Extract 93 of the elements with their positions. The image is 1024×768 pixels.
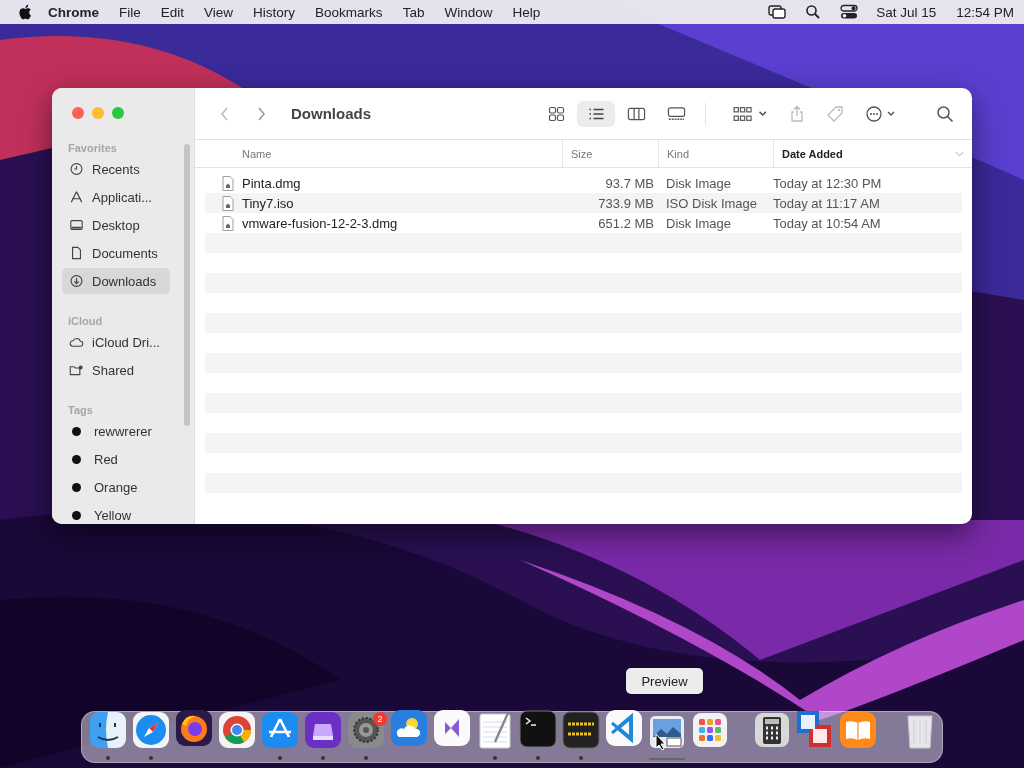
search-icon[interactable]: [936, 104, 954, 123]
menu-item[interactable]: View: [204, 4, 234, 20]
file-name: Tiny7.iso: [242, 195, 294, 211]
file-row[interactable]: Tiny7.iso 733.9 MB ISO Disk Image Today at 11:17 AM: [205, 193, 962, 213]
tag-dot: [72, 454, 81, 464]
file-size: 93.7 MB: [604, 175, 654, 191]
close-button[interactable]: [72, 107, 84, 119]
sidebar-item[interactable]: Recents: [62, 156, 170, 182]
disk-image-file-icon: [222, 215, 234, 231]
file-name: vmware-fusion-12-2-3.dmg: [242, 215, 398, 231]
grid-icon: [546, 105, 566, 122]
sidebar-heading: Favorites: [68, 142, 118, 154]
download-icon: [69, 274, 84, 288]
calculator-app-icon[interactable]: [752, 710, 792, 750]
finder-app-icon[interactable]: [88, 710, 128, 750]
podcasts-app-icon[interactable]: [303, 710, 343, 750]
menu-item[interactable]: History: [253, 4, 296, 20]
menu-bar-date[interactable]: Sat Jul 15: [876, 4, 937, 20]
menu-item[interactable]: Window: [444, 4, 493, 20]
group-button[interactable]: [732, 104, 768, 123]
sidebar-item[interactable]: iCloud Dri...: [62, 329, 170, 355]
file-date: Today at 12:30 PM: [772, 175, 883, 191]
list-view-button[interactable]: [577, 100, 615, 127]
file-row[interactable]: vmware-fusion-12-2-3.dmg 651.2 MB Disk Image Today at 10:54 AM: [205, 213, 962, 233]
sidebar-label: Desktop: [92, 217, 140, 233]
sidebar-label: Downloads: [92, 273, 157, 289]
apple-logo-icon[interactable]: [18, 4, 32, 20]
sidebar-label: Documents: [92, 245, 158, 261]
desktop-icon: [69, 218, 84, 232]
sidebar-label: Applicati...: [92, 189, 152, 205]
scrollbar[interactable]: [184, 144, 190, 426]
file-date: Today at 11:17 AM: [772, 195, 881, 211]
file-size: 733.9 MB: [597, 195, 654, 211]
sidebar-label: iCloud Dri...: [92, 334, 160, 350]
gallery-icon: [666, 105, 686, 122]
file-row[interactable]: Pinta.dmg 93.7 MB Disk Image Today at 12:30 PM: [205, 173, 962, 193]
file-kind: Disk Image: [665, 175, 733, 191]
menu-bar-clock[interactable]: 12:54 PM: [956, 4, 1014, 20]
menu-item[interactable]: File: [119, 4, 141, 20]
shared-folder-icon: [69, 363, 84, 377]
sidebar-label: Recents: [92, 161, 140, 177]
file-size: 651.2 MB: [597, 215, 654, 231]
menu-item[interactable]: Help: [512, 4, 541, 20]
column-header[interactable]: Name: [195, 140, 562, 167]
appstore-app-icon[interactable]: [260, 710, 300, 750]
sidebar-item[interactable]: Red: [62, 446, 170, 472]
sidebar-heading: Tags: [68, 404, 94, 416]
document-icon: [69, 246, 84, 260]
sidebar-label: Orange: [94, 479, 138, 495]
forward-chevron-icon[interactable]: [255, 105, 267, 122]
column-header[interactable]: Kind: [658, 140, 773, 167]
disk-image-file-icon: [222, 175, 234, 191]
screen-mirroring-icon[interactable]: [768, 4, 787, 20]
disk-image-file-icon: [222, 195, 234, 211]
sidebar-label: rewwrerer: [94, 423, 152, 439]
file-date: Today at 10:54 AM: [772, 215, 882, 231]
column-header[interactable]: Date Added: [773, 140, 953, 167]
cloud-icon: [69, 335, 84, 349]
file-kind: ISO Disk Image: [665, 195, 759, 211]
sidebar-heading: iCloud: [68, 315, 104, 327]
control-center-icon[interactable]: [840, 4, 859, 20]
app-store-icon: [69, 190, 84, 204]
chrome-app-icon[interactable]: [217, 710, 257, 750]
safari-app-icon[interactable]: [131, 710, 171, 750]
columns-icon: [626, 105, 646, 122]
console-app-icon[interactable]: [561, 710, 601, 750]
launchpad-app-icon[interactable]: [690, 710, 730, 750]
sidebar-item[interactable]: Applicati...: [62, 184, 170, 210]
sidebar-item[interactable]: Documents: [62, 240, 170, 266]
sidebar-item[interactable]: Orange: [62, 474, 170, 500]
sidebar-item[interactable]: rewwrerer: [62, 418, 170, 444]
menu-item[interactable]: Tab: [402, 4, 425, 20]
file-kind: Disk Image: [665, 215, 733, 231]
terminal-app-icon[interactable]: [518, 710, 558, 750]
column-header[interactable]: Size: [562, 140, 658, 167]
books-app-icon[interactable]: [838, 710, 878, 750]
sidebar-label: Red: [94, 451, 118, 467]
sidebar-item[interactable]: Yellow: [62, 502, 170, 524]
sidebar-item[interactable]: Shared: [62, 357, 170, 383]
dock-tooltip: Preview: [626, 668, 703, 694]
sidebar-item[interactable]: Desktop: [62, 212, 170, 238]
window-title: Downloads: [291, 105, 371, 122]
tag-dot: [72, 482, 81, 492]
sidebar-label: Yellow: [94, 507, 132, 523]
menu-item[interactable]: Edit: [160, 4, 185, 20]
file-name: Pinta.dmg: [242, 175, 301, 191]
tag-dot: [72, 510, 81, 520]
sidebar-item[interactable]: Downloads: [62, 268, 170, 294]
app-menu[interactable]: Chrome: [48, 4, 99, 20]
clock-icon: [69, 162, 84, 176]
sidebar-label: Shared: [92, 362, 134, 378]
tag-dot: [72, 426, 81, 436]
menu-item[interactable]: Bookmarks: [315, 4, 383, 20]
